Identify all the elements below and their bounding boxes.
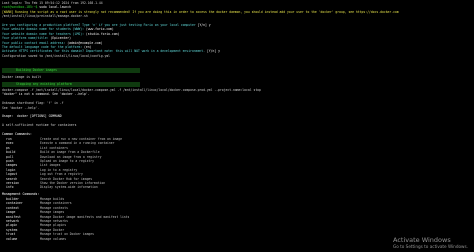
terminal-output-top: Last login: Thu Feb 15 09:54:12 2024 fro… (2, 1, 472, 62)
stop-banner: Stopping any existing platform (2, 82, 140, 87)
command-row: volume Manage volumes (6, 237, 266, 241)
terminal-text: (en) (83, 44, 92, 49)
terminal-window[interactable]: Last login: Thu Feb 15 09:54:12 2024 fro… (0, 0, 474, 252)
terminal-text: Your website domain name for teachers (L… (2, 31, 86, 36)
terminal-text: root@sandbox-1B5:~$ (2, 5, 40, 10)
terminal-text: [WARN] Running the script as a root user… (2, 9, 399, 14)
command-description: Manage volumes (40, 236, 67, 241)
terminal-text: Your public contact email address: (2, 40, 68, 45)
command-name: info (6, 185, 14, 190)
command-description: Display system-wide information (40, 185, 98, 190)
terminal-text: Your platform name/title: (2, 36, 51, 41)
terminal-output-docker: docker-compose -f /mnt/install/linux/loc… (2, 88, 472, 132)
terminal-text: Usage: docker [OPTIONS] COMMAND (2, 114, 62, 119)
terminal-text: "docker" is not a command. See 'docker -… (2, 92, 90, 97)
watermark-subtitle: Go to Settings to activate Windows. (392, 244, 468, 249)
terminal-text: (studio.forio.com) (85, 31, 120, 36)
common-commands-heading: Common Commands: (2, 132, 32, 136)
activation-watermark: Activate Windows Go to Settings to activ… (393, 236, 468, 249)
terminal-text: Your website domain name for students (W… (2, 27, 86, 32)
terminal-text: (Epicenter) (50, 36, 71, 41)
common-commands-table: run Create and run a new container from a… (6, 137, 266, 190)
terminal-text: [Y/n] y (206, 49, 220, 54)
command-row: info Display system-wide information (6, 185, 266, 189)
terminal-text: (www.forio.com) (85, 27, 114, 32)
terminal-text: Configuration saved to /mnt/install/linu… (2, 53, 111, 58)
build-banner: Building Docker images (2, 68, 140, 73)
management-commands-heading: Management Commands: (2, 192, 40, 196)
terminal-text: /mnt/install/linux/preinstall/manage-doc… (2, 14, 88, 19)
terminal-text: Last login: Thu Feb 15 09:54:12 2024 fro… (2, 1, 103, 5)
terminal-text: docker-compose -f /mnt/install/linux/loc… (2, 88, 261, 92)
terminal-text: Activate HTTPS certificates for this dom… (2, 49, 207, 54)
command-name: volume (6, 236, 18, 241)
watermark-title: Activate Windows (392, 236, 451, 244)
terminal-text: See 'docker --help'. (2, 105, 40, 110)
terminal-text: [Y/n] y (197, 22, 211, 27)
management-commands-table: builder Manage builds container Manage cont… (6, 197, 266, 241)
terminal-text: sudo local.launch (39, 5, 71, 10)
terminal-text: (admin@example.com) (67, 40, 103, 45)
terminal-text: Are you configuring a production platfor… (2, 22, 198, 27)
terminal-text: Unknown shorthand flag: 'f' in -f (2, 101, 64, 106)
terminal-text: The default language code for the platfo… (2, 44, 84, 49)
terminal-text: A self-sufficient runtime for containers (2, 123, 77, 128)
build-status-line: Docker image is built (2, 75, 42, 79)
